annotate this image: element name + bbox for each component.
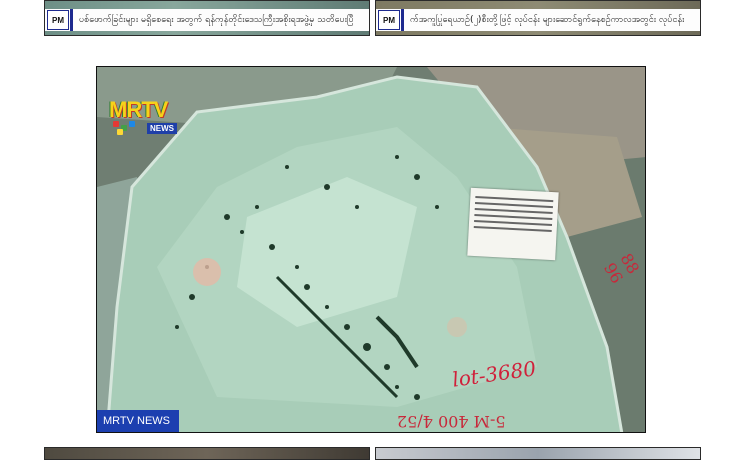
video-thumbnail-bottom-right[interactable] bbox=[375, 447, 701, 460]
jade-stone-scene bbox=[97, 67, 645, 432]
pm-badge: PM bbox=[378, 10, 400, 30]
ticker-headline: က်အကူပြုရေယာဉ်(၂)စီးတို့ဖြင့် လုပ်ငန်း မ… bbox=[410, 14, 685, 25]
news-ticker: PM ပစ်ဖောက်ခြင်းများ မရှိစေရေး အတွက် ရန်… bbox=[45, 9, 369, 31]
video-thumbnail-top-right[interactable]: PM က်အကူပြုရေယာဉ်(၂)စီးတို့ဖြင့် လုပ်ငန်… bbox=[375, 0, 701, 36]
lot-label-card bbox=[467, 187, 559, 261]
logo-news-tag: NEWS bbox=[147, 123, 177, 134]
ticker-headline: ပစ်ဖောက်ခြင်းများ မရှိစေရေး အတွက် ရန်ကုန… bbox=[79, 14, 354, 25]
pm-badge: PM bbox=[47, 10, 69, 30]
channel-caption: MRTV NEWS bbox=[97, 410, 179, 432]
ticker-accent bbox=[70, 9, 73, 31]
news-ticker: PM က်အကူပြုရေယာဉ်(၂)စီးတို့ဖြင့် လုပ်ငန်… bbox=[376, 9, 700, 31]
video-thumbnail-top-left[interactable]: PM ပစ်ဖောက်ခြင်းများ မရှိစေရေး အတွက် ရန်… bbox=[44, 0, 370, 36]
video-thumbnail-bottom-left[interactable] bbox=[44, 447, 370, 460]
ticker-accent bbox=[401, 9, 404, 31]
main-video-frame[interactable]: lot-3680 88 96 5-M 400 4/52 MRTV NEWS MR… bbox=[96, 66, 646, 433]
logo-color-dots-icon bbox=[113, 121, 143, 135]
logo-wordmark: MRTV bbox=[109, 97, 168, 122]
mrtv-logo: MRTV NEWS bbox=[107, 97, 179, 141]
bottom-number-marking: 5-M 400 4/52 bbox=[397, 412, 506, 431]
